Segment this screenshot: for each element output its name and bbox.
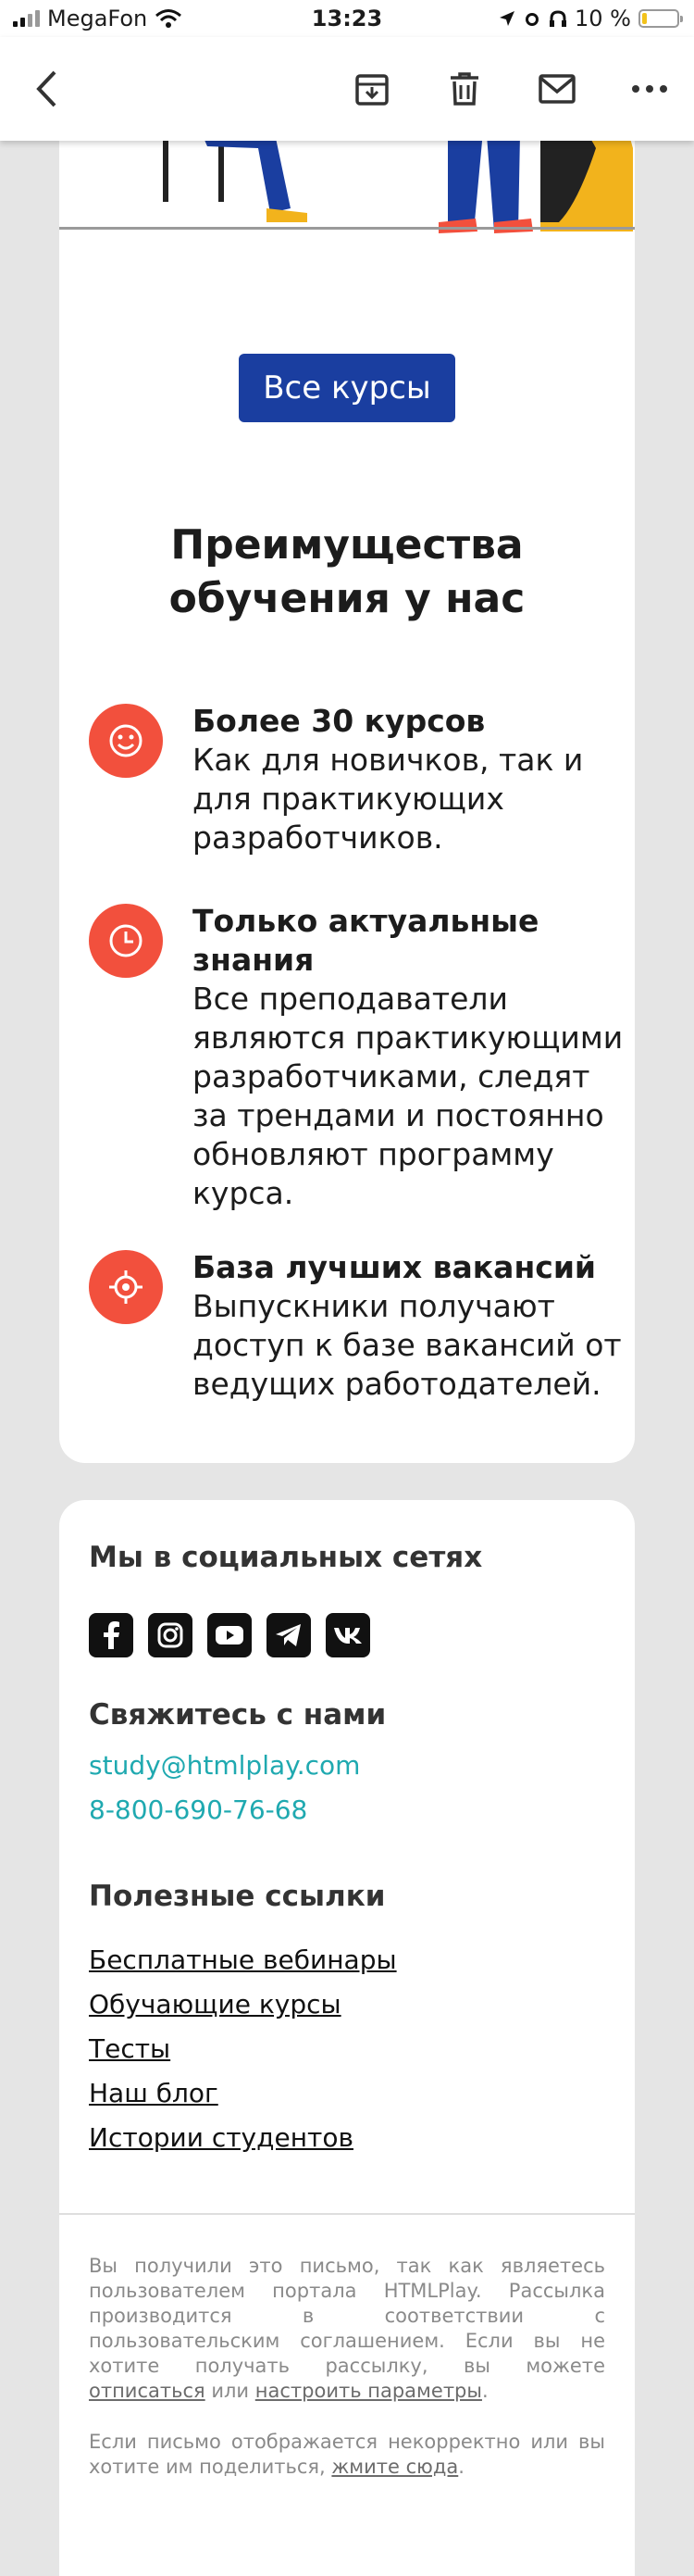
status-left: MegaFon [13,6,182,31]
email-body: Все курсы Преимущества обучения у нас Бо… [30,37,664,2576]
feature-desc-line: Как для новичков, так и [192,742,584,778]
contact-email[interactable]: study@htmlplay.com [89,1750,360,1781]
feature-desc-line: разработчиков. [192,819,443,856]
advantages-card: Все курсы Преимущества обучения у нас Бо… [59,37,635,1463]
links-title: Полезные ссылки [89,1880,386,1913]
location-icon [500,11,515,26]
more-icon [632,85,667,93]
archive-button[interactable] [350,67,394,111]
smile-icon [89,704,163,778]
headphones-icon [550,10,567,27]
legal-text-or: или [211,2380,250,2402]
feature-title: Только актуальные [192,903,539,939]
facebook-icon[interactable] [89,1613,133,1657]
feature-courses-text: Более 30 курсов Как для новичков, так и … [192,702,627,857]
advantages-title-line1: Преимущества [170,521,524,569]
social-links [89,1613,370,1657]
chevron-left-icon [36,70,56,107]
feature-desc-line: Выпускники получают [192,1288,555,1324]
feature-desc-line: Все преподаватели [192,981,508,1017]
trash-icon [451,72,478,106]
feature-title: База лучших вакансий [192,1249,597,1285]
target-icon [89,1250,163,1324]
feature-vacancies-text: База лучших вакансий Выпускники получают… [192,1248,627,1404]
carrier-name: MegaFon [47,6,148,31]
contact-phone[interactable]: 8-800-690-76-68 [89,1794,307,1825]
link-webinars[interactable]: Бесплатные вебинары [89,1945,397,1975]
mail-icon [539,74,576,104]
link-tests[interactable]: Тесты [89,2033,170,2064]
battery-icon [638,9,683,28]
unsubscribe-link[interactable]: отписаться [89,2380,205,2402]
link-blog[interactable]: Наш блог [89,2078,218,2108]
mark-unread-button[interactable] [535,67,579,111]
telegram-icon[interactable] [266,1613,311,1657]
feature-knowledge-text: Только актуальные знания Все преподавате… [192,902,627,1213]
browser-view-text: Если письмо отображается некорректно или… [89,2430,605,2480]
advantages-title-line2: обучения у нас [168,575,526,622]
view-in-browser-link[interactable]: жмите сюда [331,2456,458,2478]
advantages-title: Преимущества обучения у нас [59,519,635,626]
alarm-icon [526,13,539,26]
signal-icon [13,10,40,27]
clock-icon [89,904,163,978]
mail-toolbar [0,37,694,141]
feature-desc-line: обновляют программу [192,1136,554,1172]
footer-card: Мы в социальных сетях Свяжитесь с нами s… [59,1500,635,2576]
feature-title: знания [192,942,315,978]
link-stories[interactable]: Истории студентов [89,2122,353,2153]
back-button[interactable] [24,67,68,111]
battery-percent: 10 % [575,6,631,31]
feature-desc-line: за трендами и постоянно [192,1097,604,1133]
vk-icon[interactable] [326,1613,370,1657]
legal-text-end: . [481,2380,489,2402]
toolbar-actions [350,67,672,111]
delete-button[interactable] [442,67,487,111]
social-title: Мы в социальных сетях [89,1541,483,1574]
feature-desc-line: являются практикующими [192,1019,624,1056]
footer-divider [59,2213,635,2215]
feature-title: Более 30 курсов [192,703,486,739]
settings-link[interactable]: настроить параметры [255,2380,482,2402]
all-courses-button[interactable]: Все курсы [239,354,455,422]
instagram-icon[interactable] [148,1613,192,1657]
link-courses[interactable]: Обучающие курсы [89,1989,341,2020]
feature-desc-line: доступ к базе вакансий от [192,1327,622,1363]
status-bar: MegaFon 13:23 10 % [0,0,694,37]
feature-desc-line: для практикующих [192,781,504,817]
browser-view-end: . [458,2456,465,2478]
legal-text: Вы получили это письмо, так как являетес… [89,2254,605,2404]
feature-desc-line: курса. [192,1175,294,1211]
legal-text-main: Вы получили это письмо, так как являетес… [89,2255,605,2377]
youtube-icon[interactable] [207,1613,252,1657]
feature-desc-line: ведущих работодателей. [192,1366,601,1402]
more-button[interactable] [627,67,672,111]
wifi-icon [155,9,182,28]
status-right: 10 % [499,6,683,31]
feature-desc-line: разработчиками, следят [192,1058,590,1094]
archive-icon [355,74,389,106]
contact-title: Свяжитесь с нами [89,1698,387,1732]
